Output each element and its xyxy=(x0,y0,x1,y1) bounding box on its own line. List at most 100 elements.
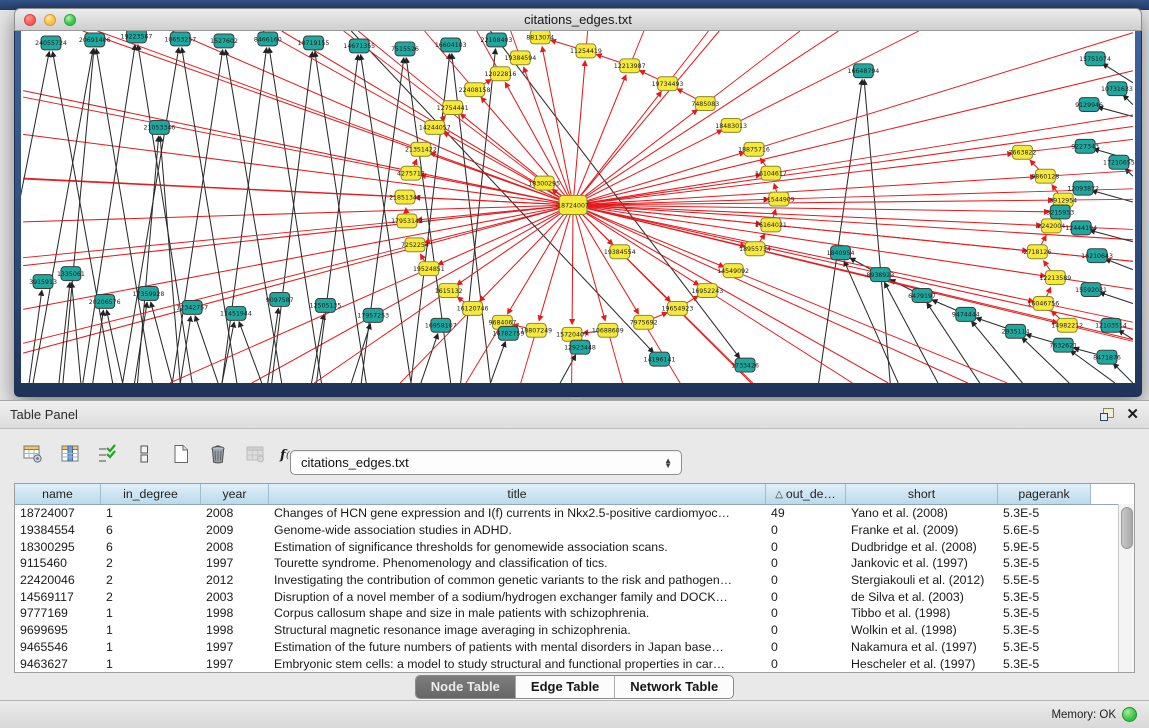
network-node[interactable]: 15751074 xyxy=(1079,52,1111,66)
cell-title[interactable]: Estimation of the future numbers of pati… xyxy=(269,640,766,654)
column-header-in_degree[interactable]: in_degree xyxy=(101,484,201,504)
network-node[interactable]: 16046756 xyxy=(1027,296,1059,310)
cell-name[interactable]: 22420046 xyxy=(15,573,101,587)
network-node[interactable]: 15720407 xyxy=(556,327,588,341)
cell-short[interactable]: Stergiakouli et al. (2012) xyxy=(846,573,998,587)
network-node[interactable]: 10653257 xyxy=(164,32,196,46)
network-node[interactable]: 12444194 xyxy=(1065,221,1097,235)
cell-short[interactable]: de Silva et al. (2003) xyxy=(846,590,998,604)
table-row[interactable]: 2242004622012Investigating the contribut… xyxy=(15,572,1134,589)
network-node[interactable]: 12103514 xyxy=(1095,318,1127,332)
network-node[interactable]: 20691406 xyxy=(79,33,111,47)
network-node[interactable]: 19384594 xyxy=(504,51,536,65)
cell-in_degree[interactable]: 1 xyxy=(101,623,201,637)
network-window-titlebar[interactable]: citations_edges.txt xyxy=(14,8,1142,31)
network-node[interactable]: 22408158 xyxy=(459,83,491,97)
cell-out_de[interactable]: 49 xyxy=(766,506,846,520)
network-node[interactable]: 10688609 xyxy=(592,323,624,337)
cell-in_degree[interactable]: 1 xyxy=(101,606,201,620)
cell-short[interactable]: Dudbridge et al. (2008) xyxy=(846,540,998,554)
new-document-icon[interactable] xyxy=(168,441,194,467)
cell-out_de[interactable]: 0 xyxy=(766,556,846,570)
network-node[interactable]: 7663822 xyxy=(1009,145,1037,159)
cell-pagerank[interactable]: 5.3E-5 xyxy=(998,657,1091,671)
cell-short[interactable]: Wolkin et al. (1998) xyxy=(846,623,998,637)
network-node[interactable]: 2935114 xyxy=(1002,324,1030,338)
delete-table-icon[interactable] xyxy=(242,441,268,467)
cell-title[interactable]: Estimation of significance thresholds fo… xyxy=(269,540,766,554)
network-node-hub[interactable]: 18724007 xyxy=(557,196,589,215)
network-node[interactable]: 22108403 xyxy=(481,33,513,47)
cell-in_degree[interactable]: 6 xyxy=(101,540,201,554)
network-node[interactable]: 10731633 xyxy=(1101,82,1133,96)
network-node[interactable]: 16164021 xyxy=(755,218,787,232)
network-node[interactable]: 4275712 xyxy=(397,166,425,180)
network-node[interactable]: 1527602 xyxy=(210,34,238,48)
network-node[interactable]: 9129946 xyxy=(1075,98,1103,112)
cell-short[interactable]: Hescheler et al. (1997) xyxy=(846,657,998,671)
network-node[interactable]: 1840954 xyxy=(827,246,855,260)
cell-name[interactable]: 9699695 xyxy=(15,623,101,637)
cell-in_degree[interactable]: 1 xyxy=(101,640,201,654)
network-node[interactable]: 9227343 xyxy=(1071,139,1099,153)
table-row[interactable]: 911546021997Tourette syndrome. Phenomeno… xyxy=(15,555,1134,572)
batch-edit-icon[interactable] xyxy=(94,441,120,467)
network-node[interactable]: 12022816 xyxy=(485,67,517,81)
cell-title[interactable]: Investigating the contribution of common… xyxy=(269,573,766,587)
network-node[interactable]: 17210655 xyxy=(1103,155,1135,169)
cell-in_degree[interactable]: 1 xyxy=(101,657,201,671)
cell-pagerank[interactable]: 5.3E-5 xyxy=(998,623,1091,637)
delete-icon[interactable] xyxy=(205,441,231,467)
network-node[interactable]: 1733426 xyxy=(731,358,759,372)
cell-short[interactable]: Nakamura et al. (1997) xyxy=(846,640,998,654)
cell-pagerank[interactable]: 5.3E-5 xyxy=(998,590,1091,604)
network-node[interactable]: 9860128 xyxy=(1031,169,1059,183)
cell-title[interactable]: Embryonic stem cells: a model to study s… xyxy=(269,657,766,671)
network-node[interactable]: 21851341 xyxy=(389,190,421,204)
network-node[interactable]: 20206576 xyxy=(89,295,121,309)
network-node[interactable]: 17957253 xyxy=(357,308,389,322)
cell-year[interactable]: 2003 xyxy=(201,590,269,604)
network-node[interactable]: 8466160 xyxy=(254,32,282,46)
cell-out_de[interactable]: 0 xyxy=(766,640,846,654)
network-node[interactable]: 18483013 xyxy=(715,119,747,133)
column-header-short[interactable]: short xyxy=(846,484,998,504)
cell-short[interactable]: Franke et al. (2009) xyxy=(846,523,998,537)
tab-network-table[interactable]: Network Table xyxy=(615,676,733,698)
network-node[interactable]: 18875716 xyxy=(738,142,770,156)
cell-year[interactable]: 1998 xyxy=(201,623,269,637)
column-header-name[interactable]: name xyxy=(15,484,101,504)
network-node[interactable]: 8471876 xyxy=(1093,350,1121,364)
network-node[interactable]: 2242004 xyxy=(1037,219,1065,233)
cell-year[interactable]: 1997 xyxy=(201,657,269,671)
table-row[interactable]: 1456911722003Disruption of a novel membe… xyxy=(15,588,1134,605)
tab-edge-table[interactable]: Edge Table xyxy=(516,676,615,698)
cell-in_degree[interactable]: 2 xyxy=(101,573,201,587)
network-node[interactable]: 12923448 xyxy=(564,340,596,354)
cell-name[interactable]: 9115460 xyxy=(15,556,101,570)
cell-title[interactable]: Structural magnetic resonance image aver… xyxy=(269,623,766,637)
network-node[interactable]: 21053346 xyxy=(143,120,175,134)
cell-year[interactable]: 1997 xyxy=(201,556,269,570)
network-node[interactable]: 7975692 xyxy=(630,315,658,329)
cell-title[interactable]: Genome-wide association studies in ADHD. xyxy=(269,523,766,537)
network-node[interactable]: 3915913 xyxy=(29,275,57,289)
network-canvas[interactable]: 2405572420691406192235671065325715276028… xyxy=(21,31,1135,383)
cell-pagerank[interactable]: 5.9E-5 xyxy=(998,540,1091,554)
network-node[interactable]: 21351422 xyxy=(405,142,437,156)
table-vertical-scrollbar[interactable] xyxy=(1118,504,1134,672)
network-node[interactable]: 14982212 xyxy=(1051,318,1083,332)
cell-short[interactable]: Tibbo et al. (1998) xyxy=(846,606,998,620)
column-header-pagerank[interactable]: pagerank xyxy=(998,484,1091,504)
network-node[interactable]: 7252254 xyxy=(401,238,429,252)
cell-pagerank[interactable]: 5.5E-5 xyxy=(998,573,1091,587)
network-node[interactable]: 7515526 xyxy=(391,42,419,56)
cell-name[interactable]: 18724007 xyxy=(15,506,101,520)
network-node[interactable]: 8813074 xyxy=(526,31,554,44)
network-node[interactable]: 3215953 xyxy=(1046,205,1074,219)
float-panel-icon[interactable] xyxy=(1100,408,1114,421)
network-node[interactable]: 1615132 xyxy=(435,284,463,298)
cell-short[interactable]: Yano et al. (2008) xyxy=(846,506,998,520)
network-node[interactable]: 11254419 xyxy=(570,44,602,58)
table-row[interactable]: 946554611997Estimation of the future num… xyxy=(15,639,1134,656)
